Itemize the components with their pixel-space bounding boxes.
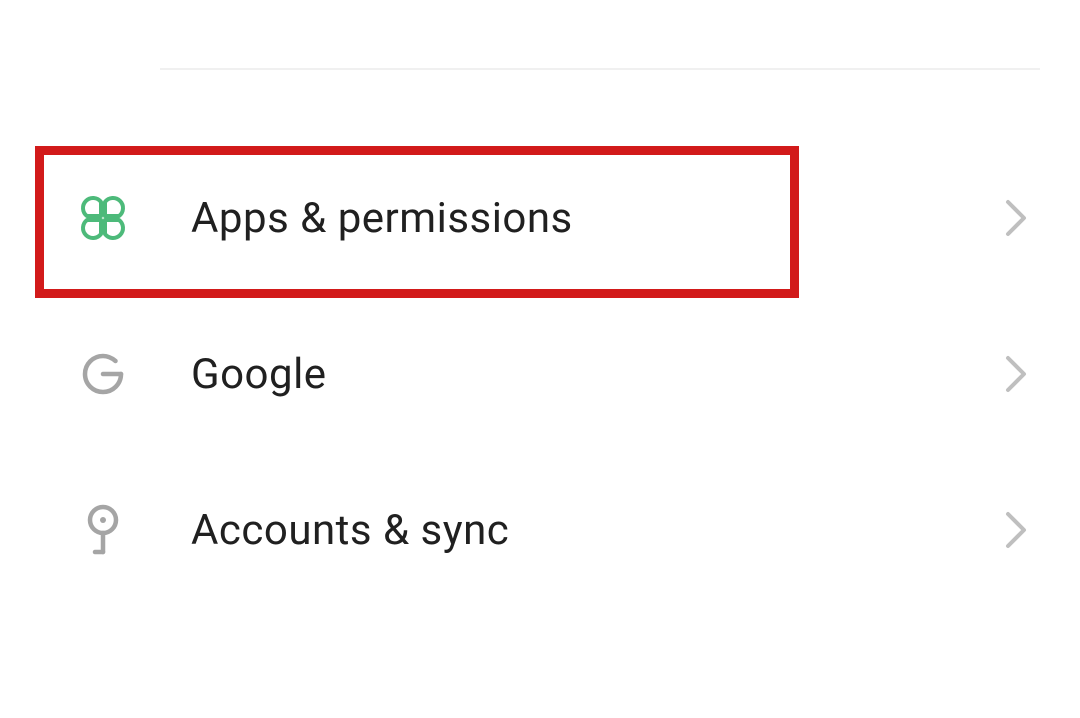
chevron-right-icon [1004, 361, 1030, 387]
section-divider [160, 68, 1040, 70]
settings-item-label: Apps & permissions [191, 194, 1004, 243]
chevron-right-icon [1004, 205, 1030, 231]
app-grid-icon [75, 190, 131, 246]
settings-item-label: Accounts & sync [191, 506, 1004, 555]
settings-item-apps-permissions[interactable]: Apps & permissions [0, 140, 1080, 296]
settings-item-label: Google [191, 350, 1004, 399]
google-icon [75, 346, 131, 402]
chevron-right-icon [1004, 517, 1030, 543]
settings-item-google[interactable]: Google [0, 296, 1080, 452]
settings-list: Apps & permissions Google [0, 140, 1080, 608]
key-icon [75, 502, 131, 558]
settings-item-accounts-sync[interactable]: Accounts & sync [0, 452, 1080, 608]
